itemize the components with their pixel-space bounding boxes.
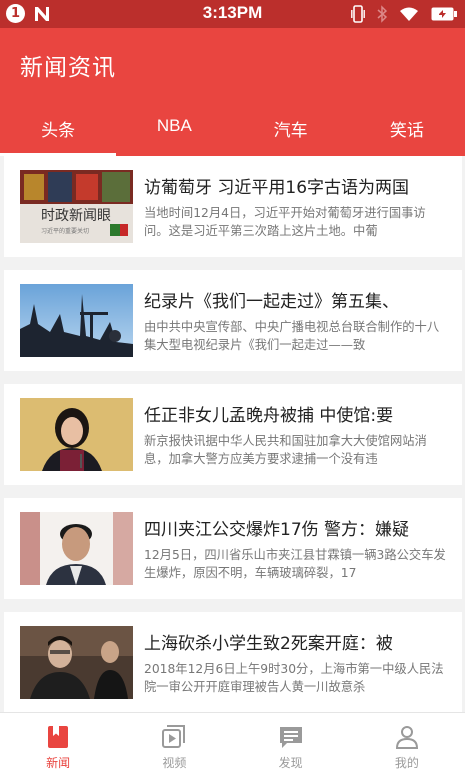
person-icon [395, 726, 418, 749]
bottom-nav: 新闻 视频 发现 我的 [0, 712, 465, 778]
status-bar: 1 3:13PM [0, 0, 465, 28]
news-summary: 新京报快讯据中华人民共和国驻加拿大大使馆网站消息，加拿大警方应美方要求逮捕一个没… [144, 434, 427, 466]
nav-video-label: 视频 [162, 756, 187, 770]
news-title: 上海砍杀小学生致2死案开庭：被 [144, 634, 393, 653]
news-thumbnail [20, 398, 133, 471]
battery-icon [431, 7, 457, 21]
news-summary: 2018年12月6日上午9时30分，上海市第一中级人民法院一审公开开庭审理被告人… [144, 662, 444, 694]
tab-auto[interactable]: 汽车 [233, 110, 349, 156]
video-play-icon [162, 725, 186, 748]
news-card[interactable]: 上海砍杀小学生致2死案开庭：被 2018年12月6日上午9时30分，上海市第一中… [4, 612, 462, 713]
tab-headlines[interactable]: 头条 [0, 110, 117, 156]
news-thumbnail [20, 626, 133, 699]
nav-discover-label: 发现 [278, 756, 303, 770]
thumb-caption: 时政新闻眼 [41, 208, 111, 224]
tab-nba[interactable]: NBA [116, 110, 232, 156]
thumb-subcaption: 习近平的重要关切 [41, 227, 89, 235]
chat-bubble-icon [279, 727, 302, 748]
app-bar: 新闻资讯 头条 NBA 汽车 笑话 [0, 28, 465, 156]
bookmark-book-icon [48, 726, 69, 748]
news-summary: 当地时间12月4日，习近平开始对葡萄牙进行国事访问。这是习近平第三次踏上这片土地… [144, 206, 426, 238]
category-tabs: 头条 NBA 汽车 笑话 [0, 110, 465, 156]
nav-profile[interactable]: 我的 [349, 713, 465, 778]
nav-news-label: 新闻 [46, 756, 71, 770]
news-thumbnail: 时政新闻眼 习近平的重要关切 [20, 170, 133, 243]
nav-discover[interactable]: 发现 [233, 713, 349, 778]
news-title: 访葡萄牙 习近平用16字古语为两国 [144, 178, 410, 197]
status-right [351, 5, 457, 23]
news-thumbnail [20, 512, 133, 585]
news-card[interactable]: 时政新闻眼 习近平的重要关切 访葡萄牙 习近平用16字古语为两国 当地时间12月… [4, 156, 462, 257]
tab-jokes[interactable]: 笑话 [349, 110, 465, 156]
news-title: 任正非女儿孟晚舟被捕 中使馆:要 [144, 406, 394, 425]
news-summary: 12月5日，四川省乐山市夹江县甘霖镇一辆3路公交车发生爆炸，原因不明，车辆玻璃碎… [144, 548, 446, 580]
news-thumbnail [20, 284, 133, 357]
news-title: 四川夹江公交爆炸17伤 警方：嫌疑 [144, 520, 410, 539]
vibrate-icon [351, 5, 365, 23]
news-summary: 由中共中央宣传部、中央广播电视总台联合制作的十八集大型电视纪录片《我们一起走过—… [144, 320, 440, 352]
nav-news[interactable]: 新闻 [0, 713, 116, 778]
news-card[interactable]: 任正非女儿孟晚舟被捕 中使馆:要 新京报快讯据中华人民共和国驻加拿大大使馆网站消… [4, 384, 462, 485]
news-title: 纪录片《我们一起走过》第五集、 [144, 292, 399, 311]
news-card[interactable]: 纪录片《我们一起走过》第五集、 由中共中央宣传部、中央广播电视总台联合制作的十八… [4, 270, 462, 371]
app-title: 新闻资讯 [20, 55, 116, 81]
wifi-icon [400, 7, 418, 21]
nav-profile-label: 我的 [394, 756, 419, 770]
news-card[interactable]: 四川夹江公交爆炸17伤 警方：嫌疑 12月5日，四川省乐山市夹江县甘霖镇一辆3路… [4, 498, 462, 599]
nav-video[interactable]: 视频 [116, 713, 232, 778]
bluetooth-icon [377, 5, 387, 23]
